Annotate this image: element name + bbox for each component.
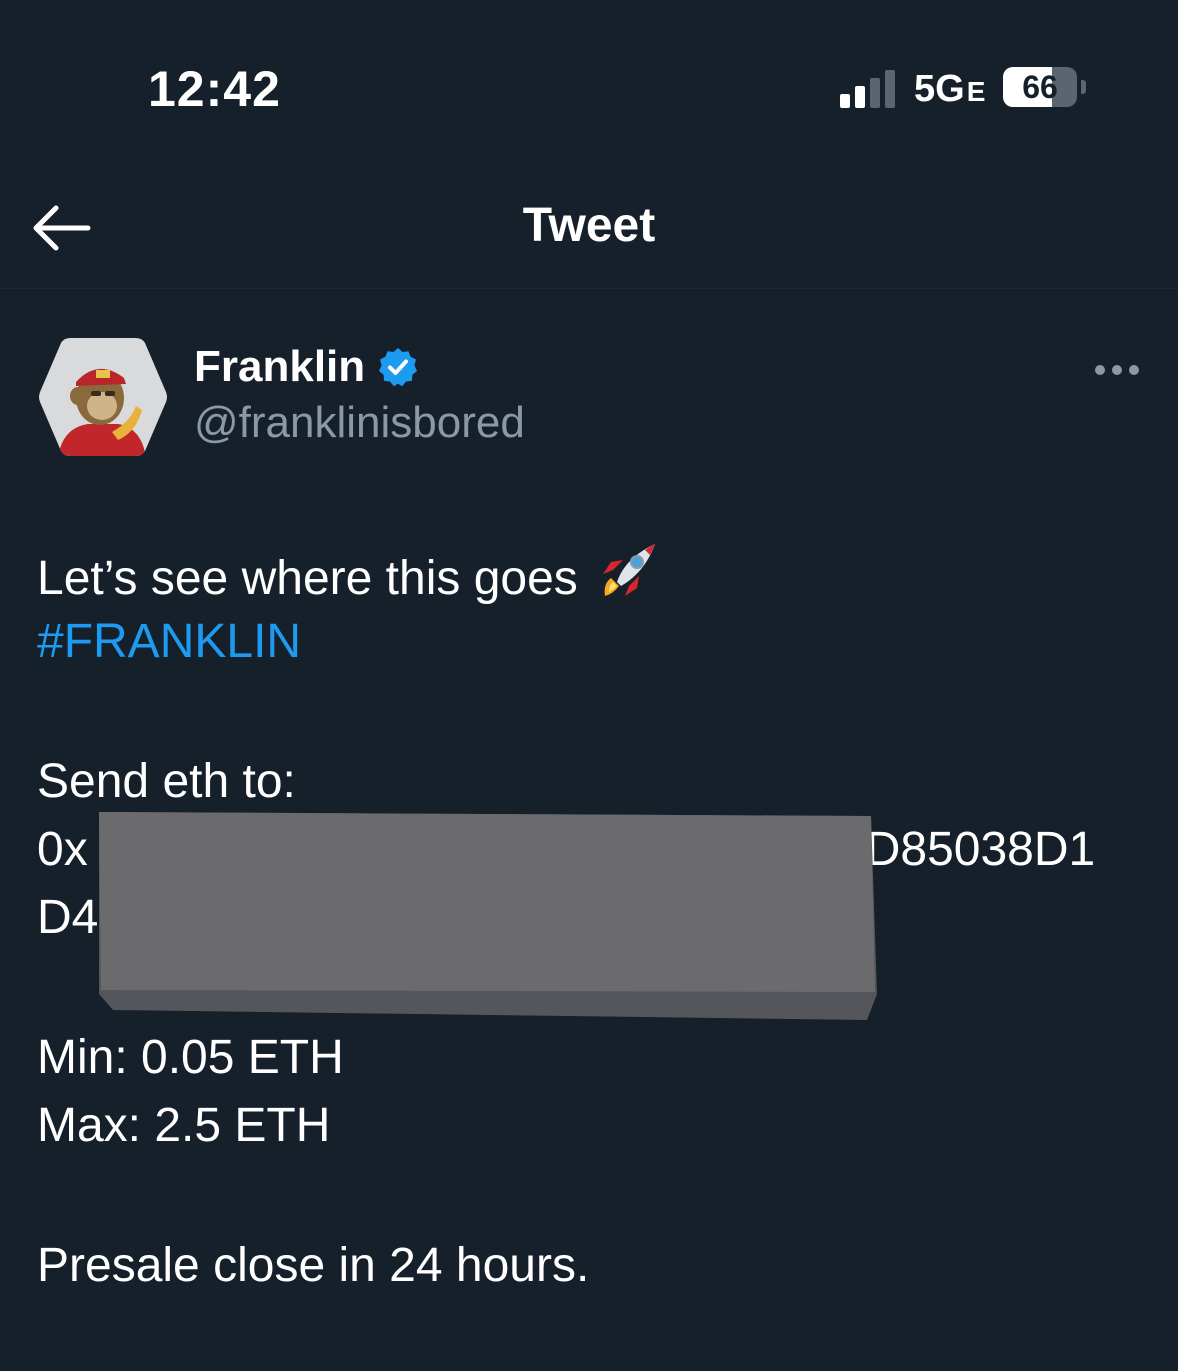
- cellular-signal-icon: [840, 68, 900, 108]
- tweet-header: Tweet: [0, 170, 1178, 289]
- tweet-line-hashtag: #FRANKLIN: [37, 608, 1157, 676]
- display-name[interactable]: Franklin: [194, 342, 365, 392]
- verified-badge-icon: [379, 348, 418, 387]
- status-bar: 12:42 5GE 66: [0, 0, 1178, 170]
- tweet-line-1: Let’s see where this goes: [37, 540, 1157, 608]
- more-horizontal-icon: [1095, 365, 1139, 375]
- network-type: 5GE: [914, 68, 985, 111]
- avatar-image: [39, 338, 167, 456]
- display-name-row: Franklin: [194, 342, 419, 392]
- network-suffix: E: [966, 76, 986, 107]
- rocket-emoji-icon: [603, 544, 656, 596]
- status-time: 12:42: [148, 61, 281, 117]
- battery-icon: 66: [1003, 67, 1086, 109]
- tweet-line-min: Min: 0.05 ETH: [37, 1031, 344, 1084]
- more-button[interactable]: [1090, 350, 1146, 390]
- tweet-line-max: Max: 2.5 ETH: [37, 1099, 331, 1152]
- avatar[interactable]: [38, 336, 168, 458]
- tweet-line-send: Send eth to:: [37, 755, 296, 808]
- page-title: Tweet: [522, 199, 656, 252]
- address-end: D85038D1: [865, 823, 1096, 876]
- tweet-line-presale: Presale close in 24 hours.: [37, 1239, 590, 1292]
- user-handle[interactable]: @franklinisbored: [194, 398, 525, 448]
- battery-level: 66: [1022, 69, 1058, 105]
- tweet-line-1-text: Let’s see where this goes: [37, 552, 578, 605]
- address-line-2-start: D4: [37, 891, 99, 944]
- address-start: 0x: [37, 823, 88, 876]
- hashtag-link[interactable]: #FRANKLIN: [37, 615, 301, 668]
- redaction-block: [99, 812, 877, 1020]
- network-label: 5G: [914, 68, 965, 110]
